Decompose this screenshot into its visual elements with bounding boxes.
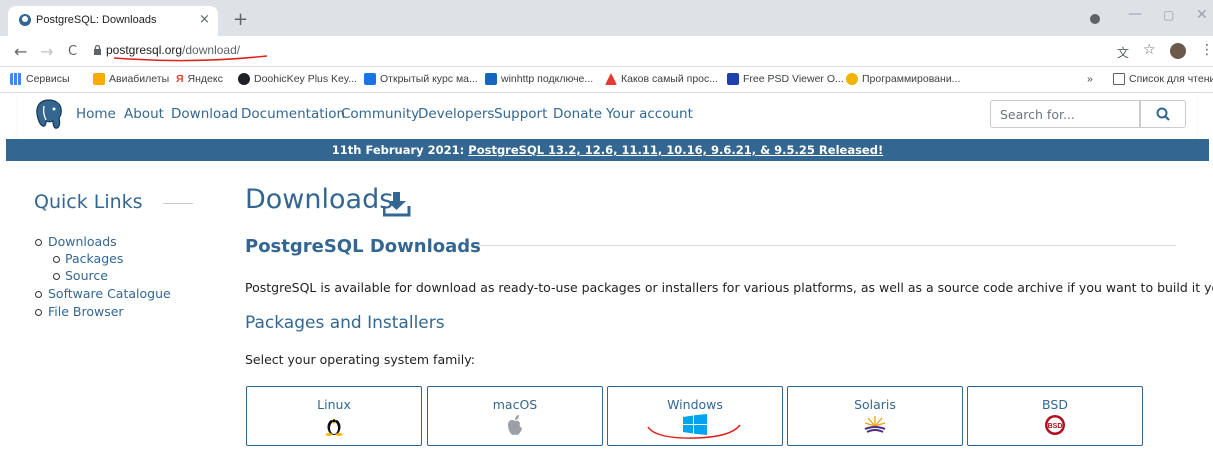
list-bullet: [53, 256, 60, 263]
translate-icon[interactable]: 文: [1117, 44, 1129, 61]
bookmarks-bar: Сервисы Авиабилеты Я Яндекс DoohicKey Plu…: [0, 67, 1213, 93]
bookmark-favicon-icon: [605, 73, 617, 85]
subsection-heading: Packages and Installers: [245, 313, 445, 333]
bookmark-item[interactable]: Открытый курс ма...: [364, 73, 478, 85]
os-label: Linux: [317, 397, 351, 412]
release-announcement-link[interactable]: PostgreSQL 13.2, 12.6, 11.11, 10.16, 9.6…: [468, 143, 883, 157]
sidebar-link-software-catalogue[interactable]: Software Catalogue: [48, 286, 171, 301]
nav-link-developers[interactable]: Developers: [418, 106, 494, 122]
os-label: Solaris: [854, 397, 896, 412]
reload-icon[interactable]: C: [68, 44, 77, 59]
nav-link-your-account[interactable]: Your account: [606, 106, 693, 122]
bookmark-item[interactable]: Каков самый прос...: [605, 73, 718, 85]
lock-icon[interactable]: [93, 45, 102, 56]
os-card-windows[interactable]: Windows: [607, 386, 783, 446]
download-icon: [383, 192, 411, 217]
linux-tux-icon: [325, 417, 343, 436]
bookmark-item[interactable]: Я Яндекс: [176, 73, 223, 85]
bookmarks-overflow-button[interactable]: »: [1087, 73, 1093, 85]
nav-link-about[interactable]: About: [124, 106, 164, 122]
list-bullet: [53, 273, 60, 280]
profile-avatar[interactable]: [1170, 43, 1186, 59]
sidebar-link-file-browser[interactable]: File Browser: [48, 304, 124, 319]
list-bullet: [35, 239, 42, 246]
os-card-linux[interactable]: Linux: [246, 386, 422, 446]
nav-link-support[interactable]: Support: [494, 106, 547, 122]
postgresql-elephant-logo-icon[interactable]: [34, 98, 64, 132]
search-button[interactable]: [1140, 100, 1186, 128]
apps-grid-icon: [10, 73, 22, 85]
page-title: Downloads: [245, 184, 394, 215]
sidebar-link-packages[interactable]: Packages: [65, 251, 123, 266]
new-tab-button[interactable]: +: [233, 9, 248, 30]
browser-tab-title: PostgreSQL: Downloads: [36, 14, 157, 26]
list-bullet: [35, 291, 42, 298]
reading-list-button[interactable]: Список для чтения: [1113, 73, 1213, 85]
bookmark-favicon-icon: [364, 73, 376, 85]
quick-links-title: Quick Links: [34, 191, 143, 213]
bookmark-item[interactable]: DoohicKey Plus Key...: [238, 73, 357, 85]
bookmark-item[interactable]: Free PSD Viewer O...: [727, 73, 844, 85]
profile-indicator-icon[interactable]: [1090, 14, 1100, 24]
bookmark-favicon-icon: [485, 73, 497, 85]
nav-link-download[interactable]: Download: [171, 106, 238, 122]
intro-text: PostgreSQL is available for download as …: [245, 280, 1213, 295]
apple-icon: [508, 415, 522, 435]
window-close-icon[interactable]: ✕: [1196, 7, 1208, 23]
search-placeholder: Search for...: [1000, 107, 1075, 122]
sidebar-link-source[interactable]: Source: [65, 268, 108, 283]
maximize-icon[interactable]: ▢: [1163, 8, 1174, 22]
reading-list-icon: [1113, 73, 1125, 85]
os-card-macos[interactable]: macOS: [427, 386, 603, 446]
os-label: BSD: [1042, 397, 1068, 412]
forward-icon[interactable]: →: [40, 42, 53, 61]
bookmark-item[interactable]: winhttp подключе...: [485, 73, 593, 85]
sidebar-link-downloads[interactable]: Downloads: [48, 234, 117, 249]
svg-text:BSD: BSD: [1048, 423, 1063, 430]
nav-link-home[interactable]: Home: [76, 106, 116, 122]
divider: [476, 245, 1176, 246]
os-label: Windows: [667, 397, 723, 412]
yandex-icon: Я: [176, 73, 184, 85]
release-banner: 11th February 2021: PostgreSQL 13.2, 12.…: [6, 139, 1209, 161]
bookmark-favicon-icon: [846, 73, 858, 85]
nav-link-community[interactable]: Community: [341, 106, 419, 122]
os-label: macOS: [492, 397, 538, 412]
bookmark-favicon-icon: [93, 73, 105, 85]
bookmark-star-icon[interactable]: ☆: [1143, 42, 1156, 58]
red-underline-annotation: [647, 424, 741, 439]
nav-link-documentation[interactable]: Documentation: [241, 106, 345, 122]
bookmark-favicon-icon: [727, 73, 739, 85]
minimize-icon[interactable]: —: [1128, 6, 1142, 22]
back-icon[interactable]: ←: [14, 42, 27, 61]
banner-date: 11th February 2021:: [331, 143, 469, 157]
bookmark-favicon-icon: [238, 73, 250, 85]
tab-close-icon[interactable]: ×: [199, 12, 210, 27]
nav-link-donate[interactable]: Donate: [553, 106, 602, 122]
postgresql-favicon-icon: [19, 14, 31, 26]
os-card-bsd[interactable]: BSD BSD: [967, 386, 1143, 446]
solaris-icon: [864, 416, 886, 433]
divider: [163, 203, 193, 204]
search-icon: [1156, 107, 1170, 121]
list-bullet: [35, 309, 42, 316]
section-heading: PostgreSQL Downloads: [245, 236, 481, 257]
bookmark-item[interactable]: Сервисы: [10, 73, 70, 85]
os-prompt: Select your operating system family:: [245, 352, 475, 367]
bookmark-item[interactable]: Авиабилеты: [93, 73, 169, 85]
bookmark-item[interactable]: Программировани...: [846, 73, 960, 85]
menu-dots-icon[interactable]: ⋮: [1200, 42, 1213, 58]
red-underline-annotation: [113, 55, 268, 62]
bsd-icon: BSD: [1045, 415, 1065, 435]
os-card-solaris[interactable]: Solaris: [787, 386, 963, 446]
